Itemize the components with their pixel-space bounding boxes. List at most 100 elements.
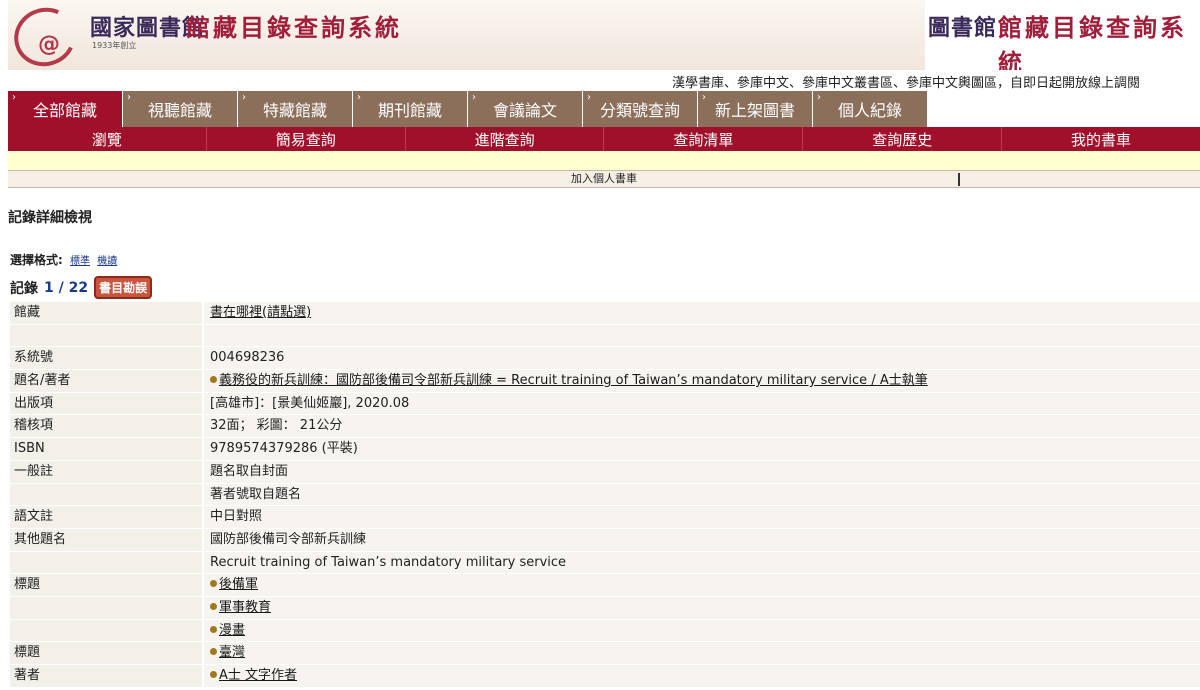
field-value: 中日對照 [210, 509, 263, 525]
field-value-cell: 義務役的新兵訓練：國防部後備司令部新兵訓練 = Recruit training… [204, 370, 1200, 392]
record-field-row: 軍事教育 [10, 596, 1200, 620]
field-value-cell: 9789574379286 (平裝) [204, 438, 1200, 460]
field-value-cell: 漫畫 [204, 619, 1200, 642]
field-value-cell: 著者號取自題名 [204, 483, 1200, 506]
field-label [10, 596, 202, 619]
field-value-link[interactable]: 軍事教育 [219, 600, 271, 615]
field-value-link[interactable]: 義務役的新兵訓練：國防部後備司令部新兵訓練 = Recruit training… [219, 373, 928, 388]
tab-audiovisual[interactable]: › 視聽館藏 [123, 91, 238, 127]
field-value-cell: 書在哪裡(請點選) [204, 302, 1200, 324]
bullet-icon [210, 376, 217, 384]
field-value: 著者號取自題名 [210, 486, 302, 502]
record-field-row: 標題 後備軍 [10, 574, 1200, 597]
bullet-icon [210, 580, 217, 588]
collection-tabs: › 全部館藏 › 視聽館藏 › 特藏館藏 › 期刊館藏 › 會議論文 › 分類號查詢 › 新上… [8, 91, 928, 127]
field-value: 題名取自封面 [210, 463, 289, 479]
record-field-row: 著者 A士 文字作者 [10, 665, 1200, 688]
errata-button[interactable]: 書目勘誤 [94, 276, 153, 299]
field-value-cell: 後備軍 [204, 574, 1200, 596]
nav-my-cart[interactable]: 我的書車 [1002, 127, 1200, 151]
field-label: 出版項 [10, 392, 202, 415]
field-value-cell: 中日對照 [204, 506, 1200, 528]
add-to-cart-link[interactable]: 加入個人書車 [571, 172, 637, 185]
field-value-link[interactable]: 漫畫 [219, 623, 245, 638]
field-value: Recruit training of Taiwan’s mandatory m… [210, 554, 567, 570]
tab-classification[interactable]: › 分類號查詢 [583, 91, 698, 127]
tab-arrow-icon: › [587, 92, 591, 103]
field-value: 國防部後備司令部新兵訓練 [210, 531, 367, 547]
field-value-link[interactable]: 臺灣 [219, 645, 245, 660]
record-field-row: 稽核項 32面； 彩圖： 21公分 [10, 415, 1200, 439]
field-label: 題名/著者 [10, 370, 202, 392]
format-selector: 選擇格式: 標準 機讀 [10, 251, 117, 268]
notice-text: 漢學書庫、參庫中文、參庫中文叢書區、參庫中文輿圖區，自即日起開放線上調閱 [671, 76, 1140, 91]
field-label: 著者 [10, 665, 202, 687]
bullet-icon [210, 671, 217, 678]
field-value-cell: 臺灣 [204, 642, 1200, 664]
record-field-row: 語文註 中日對照 [10, 506, 1200, 529]
format-marc-link[interactable]: 機讀 [97, 256, 117, 267]
field-label: 語文註 [10, 506, 202, 528]
nav-advanced-search[interactable]: 進階查詢 [406, 127, 605, 151]
field-value-link[interactable]: 書在哪裡(請點選) [210, 305, 311, 320]
field-value: 004698236 [210, 350, 285, 366]
field-value-cell: 國防部後備司令部新兵訓練 [204, 528, 1200, 551]
tab-all-collections[interactable]: › 全部館藏 [8, 91, 123, 127]
message-bar [8, 151, 1200, 170]
nav-simple-search[interactable]: 簡易查詢 [207, 127, 406, 151]
record-field-row: 一般註 題名取自封面 [10, 460, 1200, 484]
field-value-cell: 題名取自封面 [204, 460, 1200, 483]
action-bar: 加入個人書車 [8, 170, 1200, 188]
field-label [10, 551, 202, 574]
tab-arrow-icon: › [702, 92, 706, 103]
tab-label: 個人紀錄 [837, 101, 902, 120]
nav-search-list[interactable]: 查詢清單 [604, 127, 804, 151]
record-field-row: 漫畫 [10, 619, 1200, 643]
tab-personal-record[interactable]: › 個人紀錄 [813, 91, 928, 127]
field-label: 其他題名 [10, 528, 202, 551]
record-field-row: 出版項 [高雄市]：[景美仙姬巖], 2020.08 [10, 392, 1200, 416]
field-value: 9789574379286 (平裝) [210, 441, 358, 457]
field-value-cell: Recruit training of Taiwan’s mandatory m… [204, 551, 1200, 574]
tab-label: 新上架圖書 [714, 101, 795, 120]
format-standard-link[interactable]: 標準 [70, 256, 90, 267]
field-value-cell: 32面； 彩圖： 21公分 [204, 415, 1200, 438]
tab-special[interactable]: › 特藏館藏 [238, 91, 353, 127]
field-value: [高雄市]：[景美仙姬巖], 2020.08 [210, 395, 410, 411]
tab-arrow-icon: › [127, 92, 131, 103]
record-field-row: 題名/著者 義務役的新兵訓練：國防部後備司令部新兵訓練 = Recruit tra… [10, 370, 1200, 393]
field-label: 稽核項 [10, 415, 202, 438]
record-field-row: ISBN 9789574379286 (平裝) [10, 438, 1200, 461]
bullet-icon [210, 648, 217, 656]
tab-arrow-icon: › [817, 92, 821, 103]
page-title: 記錄詳細檢視 [8, 210, 92, 226]
tab-conference-papers[interactable]: › 會議論文 [468, 91, 583, 127]
tab-label: 全部館藏 [32, 101, 97, 120]
record-field-row [10, 324, 1200, 348]
field-value-cell: [高雄市]：[景美仙姬巖], 2020.08 [204, 392, 1200, 415]
field-value-link[interactable]: A士 文字作者 [219, 668, 297, 683]
system-name: 館藏目錄查詢系統 [186, 13, 402, 42]
system-name-right: 館藏目錄查詢系統 [998, 13, 1187, 70]
library-name-right: 圖書館 [928, 15, 998, 41]
tab-label: 會議論文 [492, 101, 557, 120]
nav-search-history[interactable]: 查詢歷史 [803, 127, 1003, 151]
bullet-icon [210, 602, 217, 610]
record-field-row: 標題 臺灣 [10, 642, 1200, 665]
field-label: 標題 [10, 642, 202, 664]
library-founded: 1933年創立 [92, 41, 137, 50]
field-label: 館藏 [10, 302, 202, 324]
field-value-cell: 軍事教育 [204, 596, 1200, 619]
record-counter: 1 / 22 [44, 279, 89, 296]
field-value-link[interactable]: 後備軍 [219, 577, 258, 592]
logo-at-icon: @ [38, 32, 60, 57]
tab-new-books[interactable]: › 新上架圖書 [698, 91, 813, 127]
tab-label: 分類號查詢 [599, 101, 680, 120]
nav-browse[interactable]: 瀏覽 [8, 127, 207, 151]
record-detail-table: 館藏 書在哪裡(請點選) 系統號 004698236 題名/著者 義務役的新兵訓練：國防部… [10, 302, 1200, 688]
site-header: @ 國家圖書館 1933年創立 館藏目錄查詢系統 圖書館 館藏目錄查詢系統 [8, 0, 1200, 70]
sub-navigation: 瀏覽 簡易查詢 進階查詢 查詢清單 查詢歷史 我的書車 [8, 127, 1200, 151]
record-field-row: 館藏 書在哪裡(請點選) [10, 302, 1200, 325]
tab-periodicals[interactable]: › 期刊館藏 [353, 91, 468, 127]
tab-arrow-icon: › [242, 92, 246, 103]
